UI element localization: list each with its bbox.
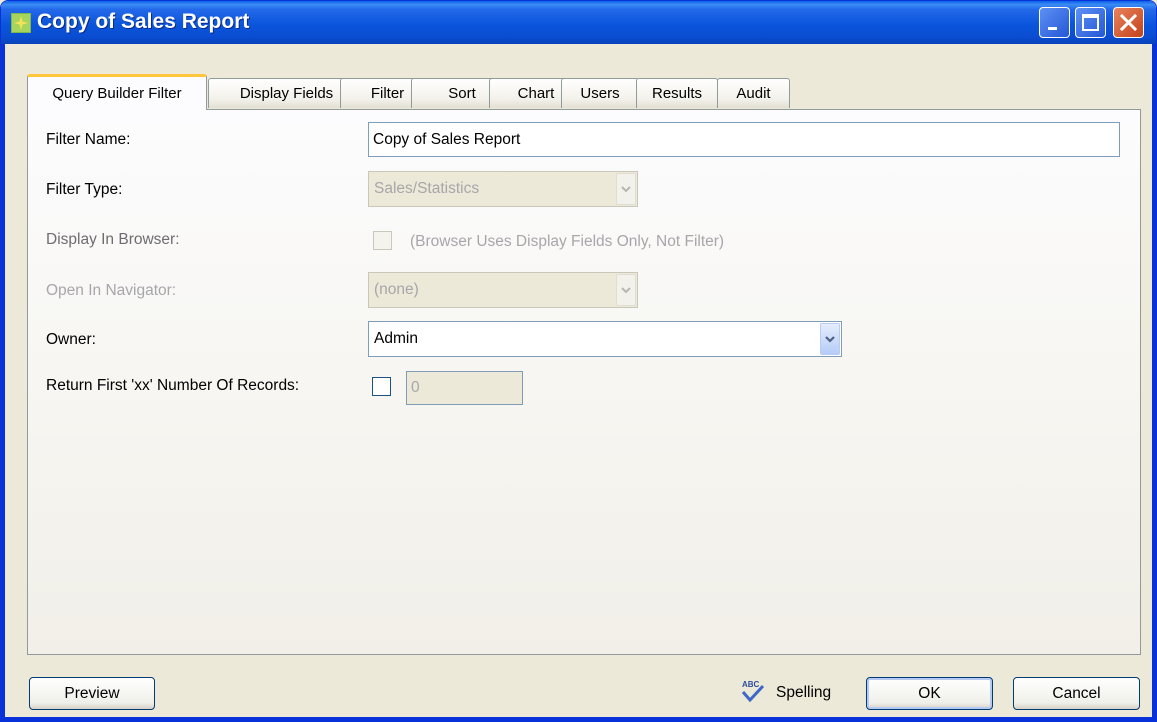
open-in-navigator-label: Open In Navigator:: [46, 282, 177, 299]
cancel-button[interactable]: Cancel: [1013, 677, 1140, 710]
chevron-down-icon: [616, 274, 636, 306]
svg-text:ABC: ABC: [742, 680, 760, 689]
ok-button[interactable]: OK: [866, 677, 993, 710]
window-title: Copy of Sales Report: [37, 10, 250, 33]
filter-type-value: Sales/Statistics: [374, 180, 480, 197]
tab-results[interactable]: Results: [636, 78, 718, 108]
minimize-icon: [1048, 27, 1057, 30]
cancel-button-label: Cancel: [1052, 685, 1101, 702]
display-in-browser-note: (Browser Uses Display Fields Only, Not F…: [410, 233, 725, 250]
filter-name-label: Filter Name:: [46, 131, 131, 148]
tab-label: Sort: [448, 85, 476, 102]
return-first-label: Return First 'xx' Number Of Records:: [46, 377, 300, 394]
tab-label: Display Fields: [239, 85, 334, 102]
chevron-down-icon[interactable]: [820, 323, 840, 355]
tab-label: Filter: [370, 85, 405, 102]
tab-users[interactable]: Users: [561, 78, 639, 108]
ok-button-label: OK: [918, 685, 941, 702]
tab-label: Results: [651, 85, 703, 102]
maximize-button[interactable]: [1075, 7, 1106, 38]
close-button[interactable]: [1113, 7, 1144, 38]
window-frame-left: [1, 44, 5, 721]
chevron-down-icon: [616, 173, 636, 205]
open-in-navigator-select[interactable]: (none): [368, 272, 638, 308]
spellcheck-icon: ABC: [739, 678, 767, 706]
owner-value: Admin: [374, 330, 418, 347]
display-in-browser-label: Display In Browser:: [46, 231, 180, 248]
tab-label: Audit: [736, 85, 771, 102]
return-first-count-value: 0: [411, 379, 420, 396]
return-first-checkbox[interactable]: [372, 377, 391, 396]
owner-select[interactable]: Admin: [368, 321, 842, 357]
filter-type-select[interactable]: Sales/Statistics: [368, 171, 638, 207]
app-icon: [11, 13, 31, 33]
filter-name-value: Copy of Sales Report: [373, 131, 521, 148]
minimize-button[interactable]: [1039, 7, 1070, 38]
maximize-icon: [1082, 14, 1099, 31]
tab-label: Users: [580, 85, 620, 102]
preview-button[interactable]: Preview: [29, 677, 155, 710]
display-in-browser-checkbox[interactable]: [373, 231, 392, 250]
window-frame-bottom: [1, 717, 1156, 721]
return-first-count-input[interactable]: 0: [406, 371, 523, 405]
tab-label: Chart: [517, 85, 555, 102]
filter-type-label: Filter Type:: [46, 181, 123, 198]
dialog-window: Copy of Sales Report Query Builder Filte…: [0, 0, 1157, 722]
filter-name-input[interactable]: Copy of Sales Report: [368, 122, 1120, 157]
open-in-navigator-value: (none): [374, 281, 419, 298]
title-bar[interactable]: Copy of Sales Report: [1, 1, 1156, 44]
owner-label: Owner:: [46, 331, 96, 348]
spelling-label: Spelling: [776, 684, 832, 701]
close-icon: [1119, 13, 1138, 32]
tab-query-builder-filter[interactable]: Query Builder Filter: [27, 74, 207, 110]
tab-audit[interactable]: Audit: [717, 78, 790, 108]
window-frame-right: [1152, 44, 1156, 721]
preview-button-label: Preview: [64, 685, 120, 702]
tab-label: Query Builder Filter: [52, 85, 182, 102]
